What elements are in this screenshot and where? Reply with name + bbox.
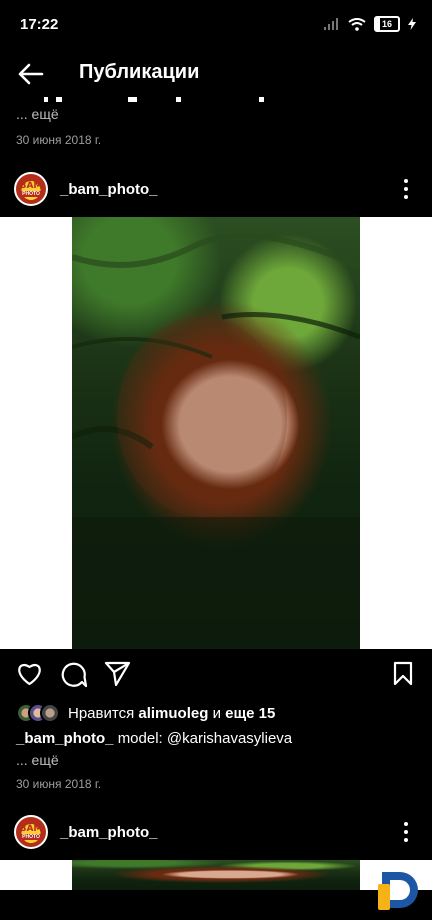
avatar-text: BAM [19,180,43,191]
status-time: 17:22 [20,16,59,33]
avatar-subtext: PHOTO [20,190,42,197]
top-bar: Публикации [0,50,432,98]
next-post-image-container [0,860,432,890]
share-send-icon[interactable] [104,661,131,686]
post-username[interactable]: _bam_photo_ [60,181,158,198]
comment-icon[interactable] [60,661,87,688]
next-post-image[interactable] [72,860,360,890]
post-header: BAM PHOTO _bam_photo_ [0,164,432,214]
avatar[interactable]: BAM PHOTO [14,815,48,849]
likes-row[interactable]: Нравится alimuoleg и еще 15 [16,702,275,724]
avatar-text: BAM [19,823,43,834]
avatar-subtext: PHOTO [20,833,42,840]
charging-icon [408,18,416,30]
more-options-icon[interactable] [396,822,416,842]
more-options-icon[interactable] [396,179,416,199]
avatar[interactable]: BAM PHOTO [14,172,48,206]
battery-icon: 16 [374,16,400,32]
post-actions [0,655,432,695]
battery-level: 16 [381,19,392,29]
likes-and: и [212,704,221,722]
post-image[interactable] [72,217,360,649]
post-caption: _bam_photo_ model: @karishavasylieva [16,730,292,747]
previous-caption-cut [16,92,316,102]
save-bookmark-icon[interactable] [393,661,413,686]
page-title: Публикации [79,61,200,83]
app-logo-icon[interactable] [376,862,428,914]
signal-icon [324,18,338,30]
more-link[interactable]: ... ещё [16,752,59,768]
post-username[interactable]: _bam_photo_ [60,824,158,841]
like-heart-icon[interactable] [16,661,43,686]
post-image-container [0,217,432,649]
likes-more[interactable]: еще 15 [225,705,275,722]
status-icons: 16 [324,16,416,32]
back-arrow-icon[interactable] [16,62,44,86]
post-date: 30 июня 2018 г. [16,133,102,147]
likes-text: Нравится alimuoleg и еще 15 [68,705,275,722]
caption-text: model: @karishavasylieva [117,730,293,747]
more-link[interactable]: ... ещё [16,106,59,122]
caption-username[interactable]: _bam_photo_ [16,730,114,747]
likes-user[interactable]: alimuoleg [138,705,208,722]
next-post-header: BAM PHOTO _bam_photo_ [0,807,432,857]
status-bar: 17:22 16 [0,0,432,50]
liker-avatar [40,703,60,723]
post-date: 30 июня 2018 г. [16,777,102,791]
likes-prefix: Нравится [68,704,135,722]
wifi-icon [348,17,366,31]
